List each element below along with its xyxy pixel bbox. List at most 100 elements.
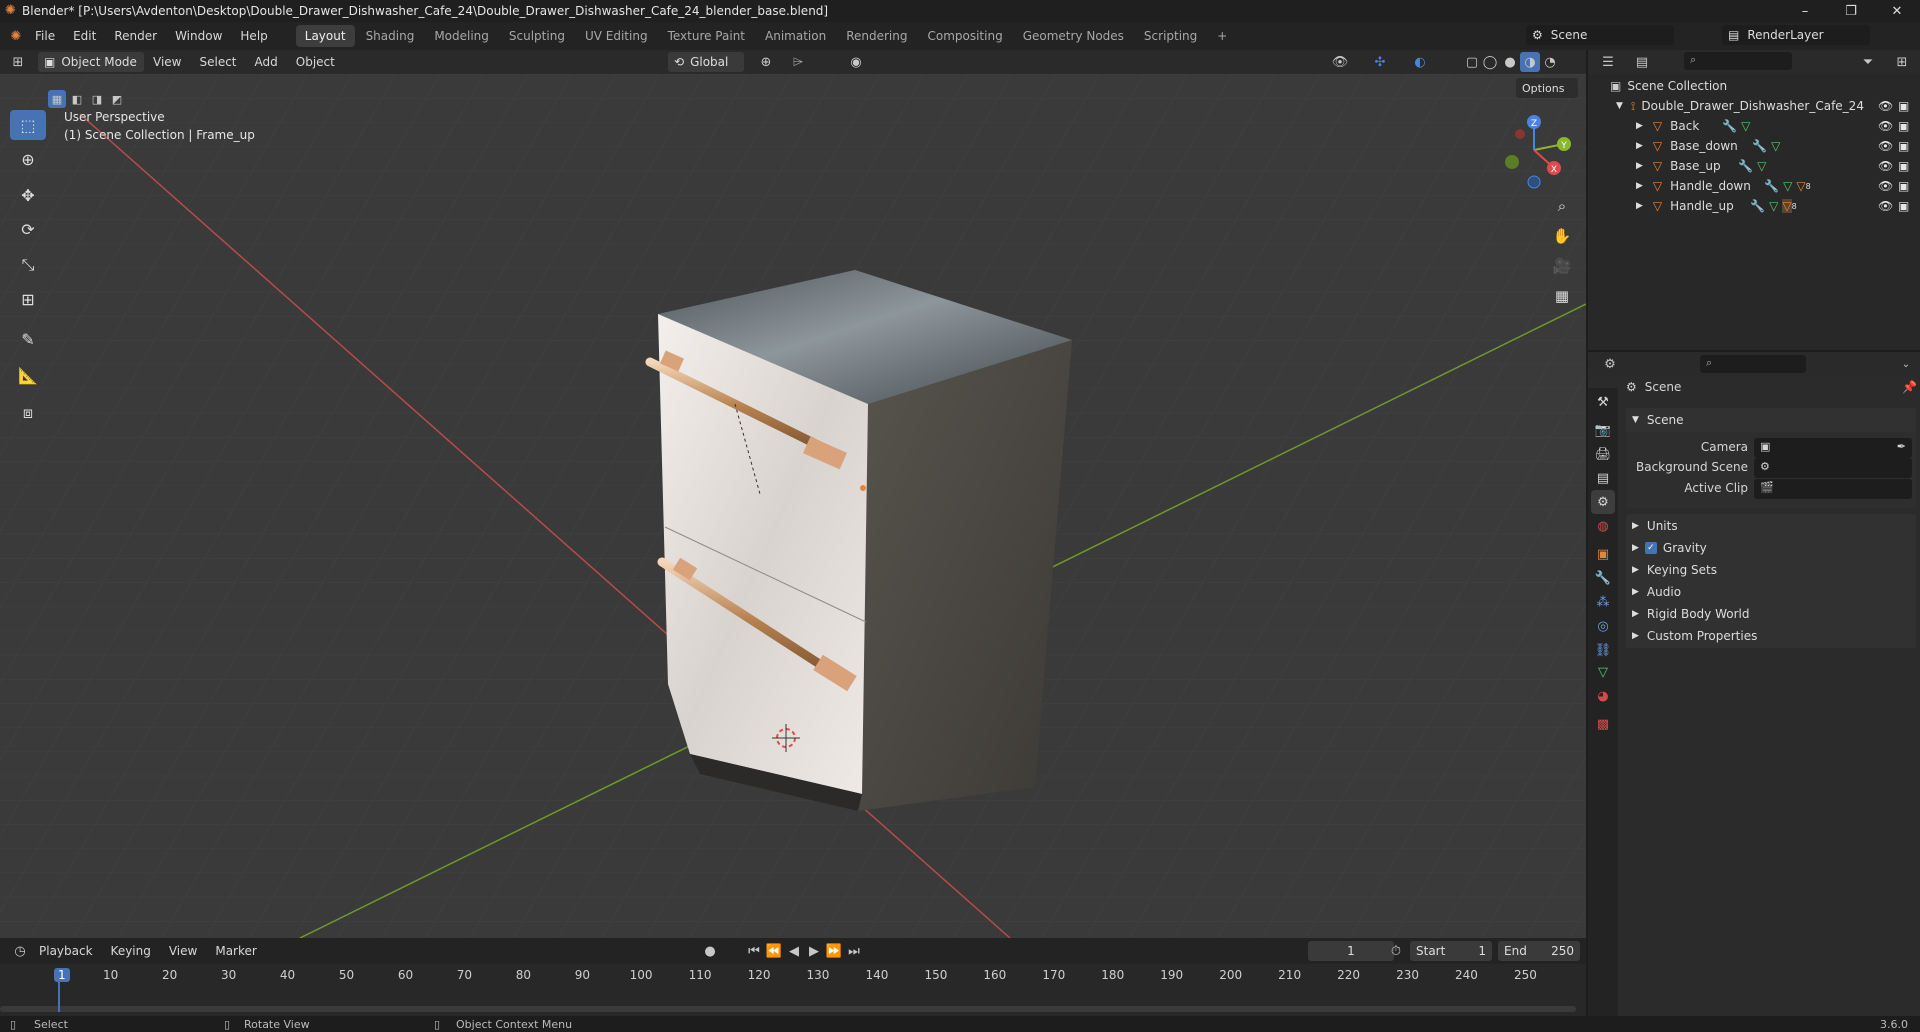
menu-help[interactable]: Help xyxy=(231,22,276,50)
xray-toggle-icon[interactable]: ▢ xyxy=(1462,52,1482,72)
new-collection-icon[interactable]: ⊞ xyxy=(1892,52,1912,72)
keying-sets-panel-header[interactable]: ▶ Keying Sets xyxy=(1626,558,1916,582)
object-visibility-icon[interactable]: 👁 xyxy=(1878,179,1893,193)
wireframe-shading-icon[interactable]: ◯ xyxy=(1480,52,1500,72)
blender-menu-icon[interactable]: ✺ xyxy=(6,26,26,46)
gizmo-neg-y[interactable] xyxy=(1505,155,1519,169)
eyedropper-icon[interactable]: ✒ xyxy=(1897,440,1906,453)
visibility-icon[interactable]: 👁 xyxy=(1330,52,1350,72)
menu-window[interactable]: Window xyxy=(166,22,231,50)
tab-layout[interactable]: Layout xyxy=(295,25,355,47)
tool-annotate[interactable]: ✎ xyxy=(10,324,46,354)
snap-icon[interactable]: ⌲ xyxy=(788,52,808,72)
timeline-menu-keying[interactable]: Keying xyxy=(102,938,160,964)
timeline-menu-playback[interactable]: Playback xyxy=(30,938,102,964)
tab-geometry-nodes[interactable]: Geometry Nodes xyxy=(1014,25,1133,47)
tab-physics[interactable]: ◎ xyxy=(1591,614,1615,638)
rigid-body-world-panel-header[interactable]: ▶ Rigid Body World xyxy=(1626,602,1916,626)
camera-field[interactable]: ▣ ✒ xyxy=(1754,438,1912,458)
scene-selector[interactable]: ⚙ Scene xyxy=(1526,25,1674,45)
tool-move[interactable]: ✥ xyxy=(10,180,46,210)
tab-particles[interactable]: ⁂ xyxy=(1591,590,1615,614)
3d-viewport[interactable]: ▦ ◧ ◨ ◩ User Perspective (1) Scene Colle… xyxy=(0,74,1586,938)
object-visibility-icon[interactable]: 👁 xyxy=(1878,139,1893,153)
tab-uv-editing[interactable]: UV Editing xyxy=(576,25,657,47)
camera-view-button[interactable]: 🎥 xyxy=(1548,252,1576,280)
tab-sculpting[interactable]: Sculpting xyxy=(500,25,574,47)
options-button[interactable]: Options xyxy=(1516,78,1578,98)
next-keyframe-icon[interactable]: ⏩ xyxy=(824,941,844,961)
custom-properties-panel-header[interactable]: ▶ Custom Properties xyxy=(1626,624,1916,648)
outliner-search-input[interactable]: ⌕ xyxy=(1684,52,1792,70)
background-scene-field[interactable]: ⚙ xyxy=(1754,458,1912,478)
gizmo-toggle-icon[interactable]: ✣ xyxy=(1370,52,1390,72)
tab-tool[interactable]: ⚒ xyxy=(1591,390,1615,414)
outliner-row-object[interactable]: ▶ ▽ Base_down 🔧 ▽ 👁 ▣ xyxy=(1588,136,1920,156)
object-render-icon[interactable]: ▣ xyxy=(1898,119,1909,133)
zoom-view-button[interactable]: ⌕ xyxy=(1548,192,1576,220)
tab-modeling[interactable]: Modeling xyxy=(425,25,498,47)
tool-rotate[interactable]: ⟳ xyxy=(10,214,46,244)
play-reverse-icon[interactable]: ◀ xyxy=(784,941,804,961)
tab-texture[interactable]: ▩ xyxy=(1591,712,1615,736)
record-icon[interactable]: ● xyxy=(700,941,720,961)
end-frame-field[interactable]: End 250 xyxy=(1498,941,1580,961)
properties-search-input[interactable]: ⌕ xyxy=(1700,355,1806,373)
tab-modifiers[interactable]: 🔧 xyxy=(1591,566,1615,590)
timeline-track-area[interactable]: 1 10 20 30 40 50 60 70 80 90 100 110 120 130 140 150 160… xyxy=(0,964,1586,1016)
select-new-icon[interactable]: ▦ xyxy=(48,90,66,108)
tab-compositing[interactable]: Compositing xyxy=(918,25,1011,47)
tab-scripting[interactable]: Scripting xyxy=(1135,25,1206,47)
collection-visibility-icon[interactable]: 👁 xyxy=(1878,99,1893,113)
transform-orientation-selector[interactable]: ⟲ Global xyxy=(668,52,744,72)
outliner-row-scene-collection[interactable]: ▣ Scene Collection xyxy=(1588,76,1920,96)
tab-output[interactable]: 🖨 xyxy=(1591,442,1615,466)
rendered-shading-icon[interactable]: ◔ xyxy=(1540,52,1560,72)
mode-selector[interactable]: ▣ Object Mode xyxy=(38,52,144,72)
tab-data[interactable]: ▽ xyxy=(1591,660,1615,684)
pin-icon[interactable]: 📌 xyxy=(1902,380,1917,394)
tool-transform[interactable]: ⊞ xyxy=(10,284,46,314)
outliner-row-object[interactable]: ▶ ▽ Base_up 🔧 ▽ 👁 ▣ xyxy=(1588,156,1920,176)
tool-cursor[interactable]: ⊕ xyxy=(10,144,46,174)
proportional-edit-icon[interactable]: ◉ xyxy=(846,52,866,72)
gravity-panel-header[interactable]: ▶ ✓ Gravity xyxy=(1626,536,1916,560)
scene-section-header[interactable]: ▼ Scene xyxy=(1626,408,1916,432)
select-invert-icon[interactable]: ◩ xyxy=(108,90,126,108)
add-workspace-button[interactable]: + xyxy=(1208,25,1236,47)
timeline-editor-icon[interactable]: ◷ xyxy=(10,941,30,961)
audio-panel-header[interactable]: ▶ Audio xyxy=(1626,580,1916,604)
viewport-menu-view[interactable]: View xyxy=(144,50,190,74)
units-panel-header[interactable]: ▶ Units xyxy=(1626,514,1916,538)
tab-view-layer[interactable]: ▤ xyxy=(1591,466,1615,490)
object-visibility-icon[interactable]: 👁 xyxy=(1878,199,1893,213)
editor-type-icon[interactable]: ⊞ xyxy=(8,52,28,72)
maximize-button[interactable]: ❐ xyxy=(1828,0,1874,22)
timeline-menu-view[interactable]: View xyxy=(160,938,206,964)
outliner-editor-icon[interactable]: ☰ xyxy=(1598,52,1618,72)
jump-end-icon[interactable]: ⏭ xyxy=(844,941,864,961)
tool-select-box[interactable]: ⬚ xyxy=(10,110,46,140)
select-subtract-icon[interactable]: ◨ xyxy=(88,90,106,108)
outliner-row-object[interactable]: ▶ ▽ Back 🔧 ▽ 👁 ▣ xyxy=(1588,116,1920,136)
viewport-menu-add[interactable]: Add xyxy=(246,50,287,74)
tool-scale[interactable]: ⤡ xyxy=(10,250,46,280)
timeline-menu-marker[interactable]: Marker xyxy=(206,938,265,964)
minimize-button[interactable]: – xyxy=(1782,0,1828,22)
render-layer-selector[interactable]: ▤ RenderLayer xyxy=(1722,25,1870,45)
gizmo-neg-z[interactable] xyxy=(1527,175,1541,189)
tab-texture-paint[interactable]: Texture Paint xyxy=(659,25,754,47)
menu-edit[interactable]: Edit xyxy=(64,22,105,50)
tab-scene[interactable]: ⚙ xyxy=(1591,490,1615,514)
prev-keyframe-icon[interactable]: ⏪ xyxy=(764,941,784,961)
navigation-gizmo[interactable]: Z Y X xyxy=(1494,110,1574,190)
solid-shading-icon[interactable]: ● xyxy=(1500,52,1520,72)
tab-shading[interactable]: Shading xyxy=(357,25,424,47)
ortho-toggle-button[interactable]: ▦ xyxy=(1548,282,1576,310)
object-render-icon[interactable]: ▣ xyxy=(1898,199,1909,213)
material-shading-icon[interactable]: ◑ xyxy=(1520,52,1540,72)
play-icon[interactable]: ▶ xyxy=(804,941,824,961)
active-clip-field[interactable]: 🎬 xyxy=(1754,479,1912,499)
object-visibility-icon[interactable]: 👁 xyxy=(1878,159,1893,173)
playhead-frame-indicator[interactable]: 1 xyxy=(54,968,70,982)
